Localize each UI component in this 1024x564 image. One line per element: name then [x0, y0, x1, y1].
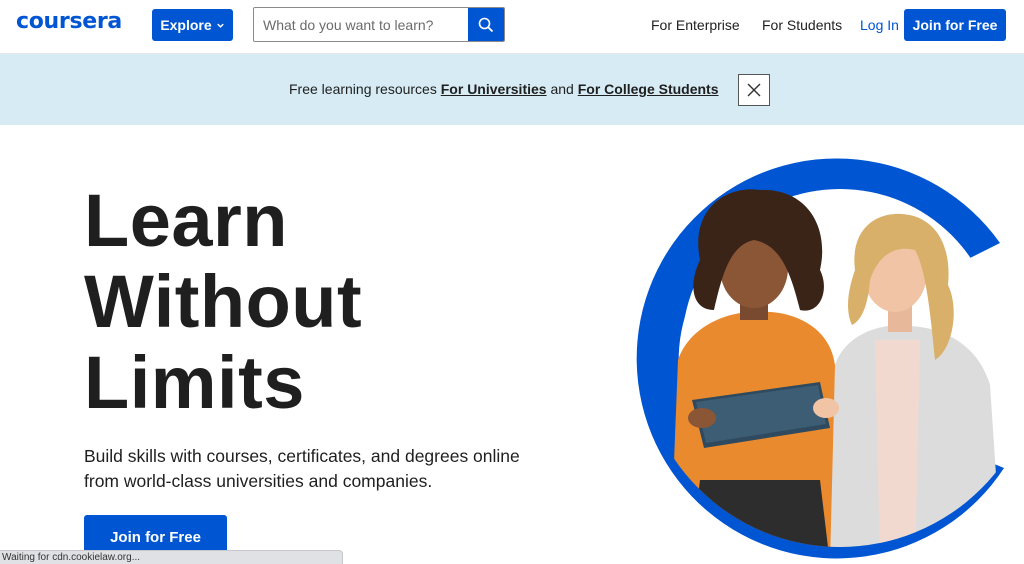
- login-link[interactable]: Log In: [860, 17, 899, 33]
- explore-label: Explore: [160, 17, 212, 33]
- nav-for-enterprise[interactable]: For Enterprise: [651, 17, 740, 33]
- hero-subtitle-line: from world-class universities and compan…: [84, 471, 433, 491]
- hero-image: [636, 158, 1004, 559]
- hero-title-line: Learn: [84, 179, 289, 262]
- hero-subtitle: Build skills with courses, certificates,…: [84, 444, 544, 494]
- for-universities-link[interactable]: For Universities: [441, 81, 547, 97]
- search-input[interactable]: [254, 8, 468, 41]
- join-for-free-header-button[interactable]: Join for Free: [904, 9, 1006, 41]
- search-icon: [478, 17, 494, 32]
- hero-title-line: Limits: [84, 341, 305, 424]
- search-bar: [253, 7, 505, 42]
- hero-title-line: Without: [84, 260, 363, 343]
- banner-and: and: [550, 81, 574, 97]
- for-college-students-link[interactable]: For College Students: [578, 81, 719, 97]
- hero-subtitle-line: Build skills with courses, certificates,…: [84, 446, 520, 466]
- nav-for-students[interactable]: For Students: [762, 17, 842, 33]
- banner-text: Free learning resources For Universities…: [289, 81, 719, 97]
- explore-button[interactable]: Explore: [152, 9, 233, 41]
- close-icon: [747, 83, 761, 97]
- banner-close-button[interactable]: [738, 74, 770, 106]
- top-nav: coursera Explore For Enterprise For Stud…: [0, 0, 1024, 54]
- chevron-down-icon: [216, 23, 224, 28]
- hero-title: Learn Without Limits: [84, 180, 362, 423]
- search-button[interactable]: [468, 8, 504, 41]
- banner-prefix: Free learning resources: [289, 81, 437, 97]
- coursera-logo[interactable]: coursera: [16, 9, 122, 34]
- promo-banner: Free learning resources For Universities…: [0, 54, 1024, 125]
- browser-status-bar: Waiting for cdn.cookielaw.org...: [0, 550, 343, 564]
